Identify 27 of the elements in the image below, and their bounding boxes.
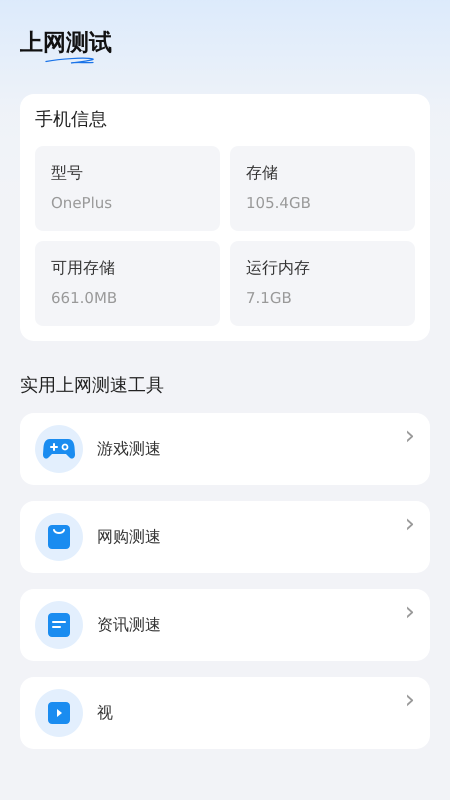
tool-row[interactable]: 网购测速 › — [20, 501, 430, 573]
info-label: 可用存储 — [51, 258, 116, 279]
tool-label: 资讯测速 — [97, 614, 162, 636]
tool-row[interactable]: 视 › — [20, 677, 430, 749]
tool-label: 视 — [97, 702, 114, 724]
chevron-icon: › — [404, 423, 415, 449]
info-label: 运行内存 — [246, 258, 311, 279]
page-title: 上网测试 — [20, 29, 112, 58]
section-title: 手机信息 — [35, 108, 108, 132]
play-icon — [48, 702, 70, 724]
tool-label: 网购测速 — [97, 526, 162, 548]
chevron-icon: › — [404, 511, 415, 537]
section-title: 实用上网测速工具 — [20, 374, 165, 398]
info-label: 型号 — [51, 163, 84, 184]
bag-icon — [48, 525, 70, 549]
info-value: 105.4GB — [246, 194, 312, 212]
tool-row[interactable]: 资讯测速 › — [20, 589, 430, 661]
document-icon — [48, 613, 70, 637]
tool-label: 游戏测速 — [97, 438, 162, 460]
info-value: 7.1GB — [246, 289, 293, 307]
chevron-icon: › — [404, 687, 415, 713]
info-value: OnePlus — [51, 194, 114, 212]
chevron-icon: › — [404, 599, 415, 625]
info-label: 存储 — [246, 163, 279, 184]
info-value: 661.0MB — [51, 289, 118, 307]
tool-row[interactable]: 游戏测速 › — [20, 413, 430, 485]
gamepad-icon — [43, 438, 75, 460]
